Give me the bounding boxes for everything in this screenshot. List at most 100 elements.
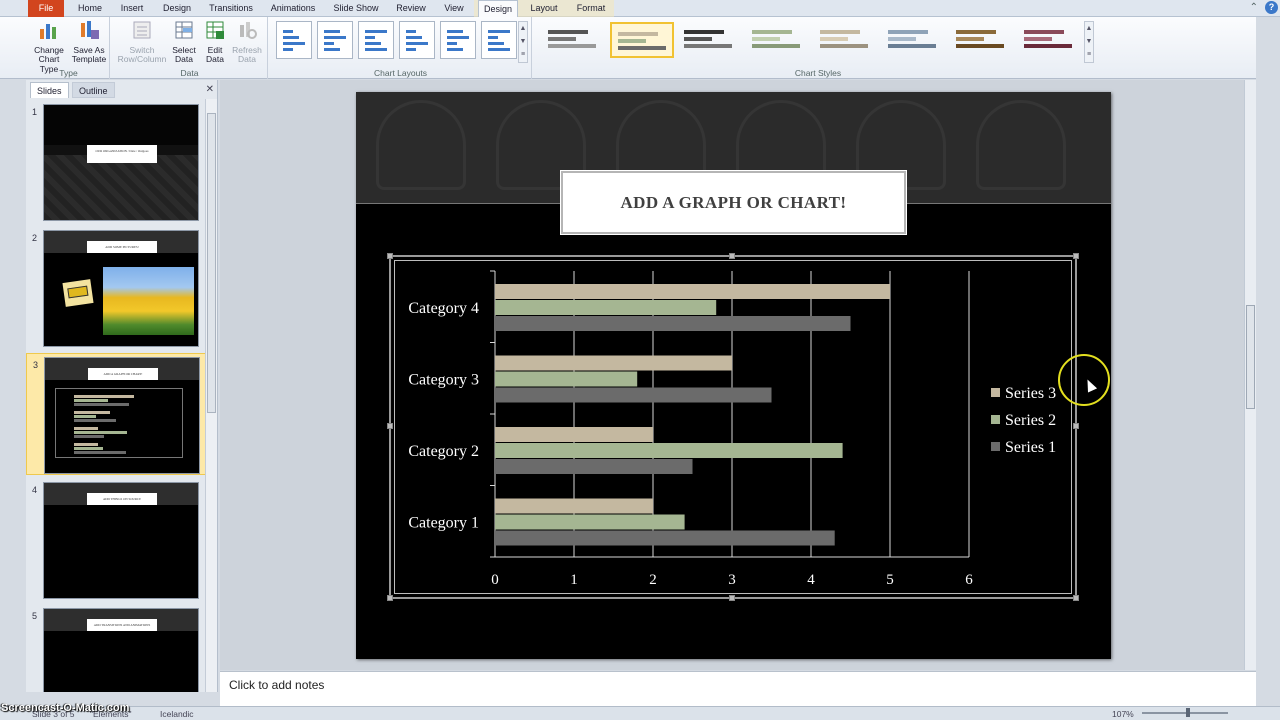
chart-layout-option[interactable] — [358, 21, 394, 59]
chart-style-option[interactable] — [1018, 22, 1082, 58]
edit-data-button[interactable]: Edit Data — [200, 19, 230, 65]
tulips-photo — [103, 267, 194, 335]
category-label: Category 4 — [408, 300, 479, 317]
bar — [495, 514, 685, 530]
tab-outline[interactable]: Outline — [72, 82, 115, 98]
chart-layout-option[interactable] — [276, 21, 312, 59]
x-tick-label: 3 — [728, 572, 736, 588]
layouts-gallery-scroll[interactable]: ▲ ▼ ≡ — [518, 21, 528, 63]
slide-preview-title: ADD TRANSITIONS AND ANIMATIONS — [87, 619, 157, 631]
language-indicator[interactable]: Icelandic — [160, 709, 194, 719]
select-data-icon — [175, 21, 193, 39]
group-data: Switch Row/Column Select Data Edit Data … — [112, 17, 268, 79]
x-tick-label: 4 — [807, 572, 815, 588]
refresh-data-button[interactable]: Refresh Data — [230, 19, 264, 65]
ribbon-tab-bar: File Home Insert Design Transitions Animation… — [0, 0, 1280, 18]
tab-format[interactable]: Format — [571, 0, 611, 17]
legend-swatch — [991, 442, 1000, 451]
bar — [495, 387, 772, 403]
slide-preview: ADD TRANSITIONS AND ANIMATIONS — [43, 608, 199, 692]
slide-thumbnail-2[interactable]: 2 ADD SOME PICTURES! — [26, 227, 206, 351]
status-bar: Slide 3 of 5 "Elements" Icelandic 107% — [0, 706, 1280, 720]
chart-layout-option[interactable] — [317, 21, 353, 59]
slides-pane-scrollbar[interactable] — [205, 99, 217, 692]
bar — [495, 284, 890, 299]
chart-frame[interactable]: 0 1 2 3 4 5 6 Category 1 Category 2 Category 3 Cat… — [387, 253, 1079, 601]
zoom-slider-handle[interactable] — [1186, 708, 1190, 717]
chart-layout-option[interactable] — [440, 21, 476, 59]
chart-style-option[interactable] — [882, 22, 946, 58]
save-as-template-button[interactable]: Save As Template — [70, 19, 108, 65]
bar — [495, 355, 732, 371]
slide-thumbnail-5[interactable]: 5 ADD TRANSITIONS AND ANIMATIONS — [26, 605, 206, 692]
help-icon[interactable]: ? — [1265, 1, 1278, 14]
chart-style-option[interactable] — [950, 22, 1014, 58]
chart-style-option[interactable] — [678, 22, 742, 58]
slide-preview-title: OUR ORGANIZATION / Date / Outgoes — [87, 145, 157, 163]
slide-thumbnail-1[interactable]: 1 OUR ORGANIZATION / Date / Outgoes — [26, 101, 206, 225]
notes-pane[interactable]: Click to add notes — [220, 671, 1256, 706]
tab-file[interactable]: File — [28, 0, 64, 17]
legend-label: Series 3 — [1005, 385, 1056, 402]
slide-title[interactable]: ADD A GRAPH OR CHART! — [560, 170, 907, 235]
notes-placeholder: Click to add notes — [229, 678, 325, 692]
chart-style-option[interactable] — [542, 22, 606, 58]
select-data-button[interactable]: Select Data — [168, 19, 200, 65]
bar-chart[interactable]: 0 1 2 3 4 5 6 Category 1 Category 2 Category 3 Cat… — [391, 257, 1079, 601]
legend-swatch — [991, 415, 1000, 424]
chart-style-option[interactable] — [814, 22, 878, 58]
refresh-data-icon — [240, 22, 257, 39]
tab-design[interactable]: Design — [157, 0, 197, 17]
tab-review[interactable]: Review — [391, 0, 431, 17]
close-icon[interactable]: ✕ — [206, 84, 214, 95]
x-tick-label: 2 — [649, 572, 657, 588]
tab-design[interactable]: Design — [478, 0, 518, 18]
tab-animations[interactable]: Animations — [266, 0, 320, 17]
slides-pane: Slides Outline ✕ 1 OUR ORGANIZATION / Da… — [26, 80, 218, 692]
switch-row-column-button[interactable]: Switch Row/Column — [116, 19, 168, 65]
ribbon-minimize-icon[interactable]: ⌃ — [1250, 2, 1258, 13]
x-tick-label: 5 — [886, 572, 894, 588]
legend-swatch — [991, 388, 1000, 397]
tab-view[interactable]: View — [438, 0, 470, 17]
chart-style-option[interactable] — [746, 22, 810, 58]
slide-preview-title: ADD SOME PICTURES! — [87, 241, 157, 253]
chart-layout-option[interactable] — [481, 21, 517, 59]
slide-preview-title: ADD THINGS ON SOURCE — [87, 493, 157, 505]
pane-tabs: Slides Outline ✕ — [26, 82, 218, 98]
bar — [495, 530, 835, 546]
chart-layout-option[interactable] — [399, 21, 435, 59]
edit-data-icon — [206, 21, 224, 39]
styles-gallery-scroll[interactable]: ▲ ▼ ≡ — [1084, 21, 1094, 63]
tab-transitions[interactable]: Transitions — [204, 0, 258, 17]
group-chart-styles: ▲ ▼ ≡ Chart Styles — [538, 17, 1098, 79]
zoom-level[interactable]: 107% — [1112, 709, 1134, 719]
group-type: Change Chart Type Save As Template Type — [28, 17, 110, 79]
slide-thumbnails: 1 OUR ORGANIZATION / Date / Outgoes 2 AD… — [26, 99, 206, 692]
editor-scrollbar[interactable] — [1244, 80, 1256, 670]
category-label: Category 1 — [408, 514, 479, 531]
bar — [495, 459, 693, 474]
tab-insert[interactable]: Insert — [113, 0, 151, 17]
legend-label: Series 1 — [1005, 439, 1056, 456]
bar — [495, 427, 653, 442]
chart-style-option[interactable] — [610, 22, 674, 58]
tab-layout[interactable]: Layout — [524, 0, 564, 17]
switch-row-column-icon — [133, 21, 151, 39]
zoom-slider[interactable] — [1142, 712, 1228, 714]
x-tick-label: 1 — [570, 572, 578, 588]
tab-slides[interactable]: Slides — [30, 82, 69, 98]
save-template-icon — [81, 21, 99, 39]
slide-thumbnail-3[interactable]: 3 ADD A GRAPH OR CHART! — [26, 353, 206, 475]
tab-home[interactable]: Home — [72, 0, 108, 17]
legend-label: Series 2 — [1005, 412, 1056, 429]
ribbon: Change Chart Type Save As Template Type … — [0, 17, 1256, 79]
watermark: Screencast-O-Matic.com — [1, 702, 130, 714]
slide-preview: OUR ORGANIZATION / Date / Outgoes — [43, 104, 199, 221]
bar — [495, 316, 851, 331]
bar — [495, 498, 653, 514]
slide-preview-title: ADD A GRAPH OR CHART! — [88, 368, 158, 380]
change-chart-type-button[interactable]: Change Chart Type — [30, 19, 68, 74]
tab-slide-show[interactable]: Slide Show — [329, 0, 383, 17]
slide-thumbnail-4[interactable]: 4 ADD THINGS ON SOURCE — [26, 479, 206, 603]
